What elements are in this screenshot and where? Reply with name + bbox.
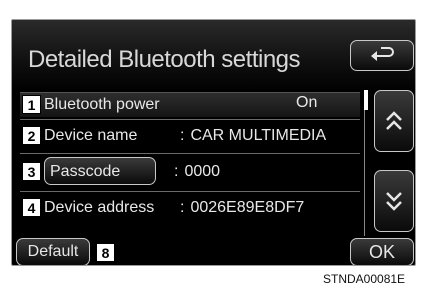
scroll-down-button[interactable] — [374, 170, 414, 232]
scrollbar-track[interactable] — [364, 96, 371, 236]
divider — [20, 191, 360, 192]
ok-button[interactable]: OK — [350, 238, 414, 265]
callout-badge: 3 — [22, 162, 41, 181]
default-button[interactable]: Default — [16, 238, 90, 265]
scrollbar-thumb[interactable] — [364, 90, 368, 110]
callout-badge: 2 — [22, 126, 41, 145]
header: Detailed Bluetooth settings — [12, 20, 415, 92]
scroll-up-button[interactable] — [374, 90, 414, 152]
callout-badge: 8 — [96, 243, 115, 262]
double-chevron-down-icon — [386, 192, 402, 211]
divider — [20, 119, 360, 120]
passcode-row: 3 Passcode : 0000 — [20, 157, 360, 185]
separator: : — [180, 199, 185, 216]
device-name-row: 2 Device name : CAR MULTIMEDIA — [20, 124, 360, 148]
callout-badge: 1 — [22, 95, 41, 114]
device-name-label: Device name — [44, 127, 138, 144]
bluetooth-power-row[interactable]: 1 Bluetooth power On — [20, 92, 360, 117]
figure-caption: STNDA00081E — [323, 272, 406, 286]
divider — [20, 153, 360, 154]
back-button[interactable] — [350, 40, 414, 71]
callout-badge: 4 — [22, 198, 41, 217]
bluetooth-power-value: On — [296, 94, 318, 111]
device-address-row: 4 Device address : 0026E89E8DF7 — [20, 196, 360, 220]
display-screen: Detailed Bluetooth settings 1 Bluetooth … — [11, 19, 416, 266]
device-address-value: 0026E89E8DF7 — [190, 199, 305, 216]
bluetooth-power-label: Bluetooth power — [44, 96, 160, 113]
double-chevron-up-icon — [386, 111, 402, 130]
device-address-label: Device address — [44, 199, 155, 216]
device-name-value: CAR MULTIMEDIA — [190, 127, 327, 144]
ok-button-label: OK — [368, 241, 395, 262]
passcode-value: 0000 — [184, 163, 221, 180]
page-title: Detailed Bluetooth settings — [28, 46, 301, 73]
passcode-label: Passcode — [50, 163, 121, 180]
back-arrow-icon — [371, 46, 394, 61]
separator: : — [174, 163, 179, 180]
separator: : — [180, 127, 185, 144]
default-button-label: Default — [27, 243, 79, 260]
